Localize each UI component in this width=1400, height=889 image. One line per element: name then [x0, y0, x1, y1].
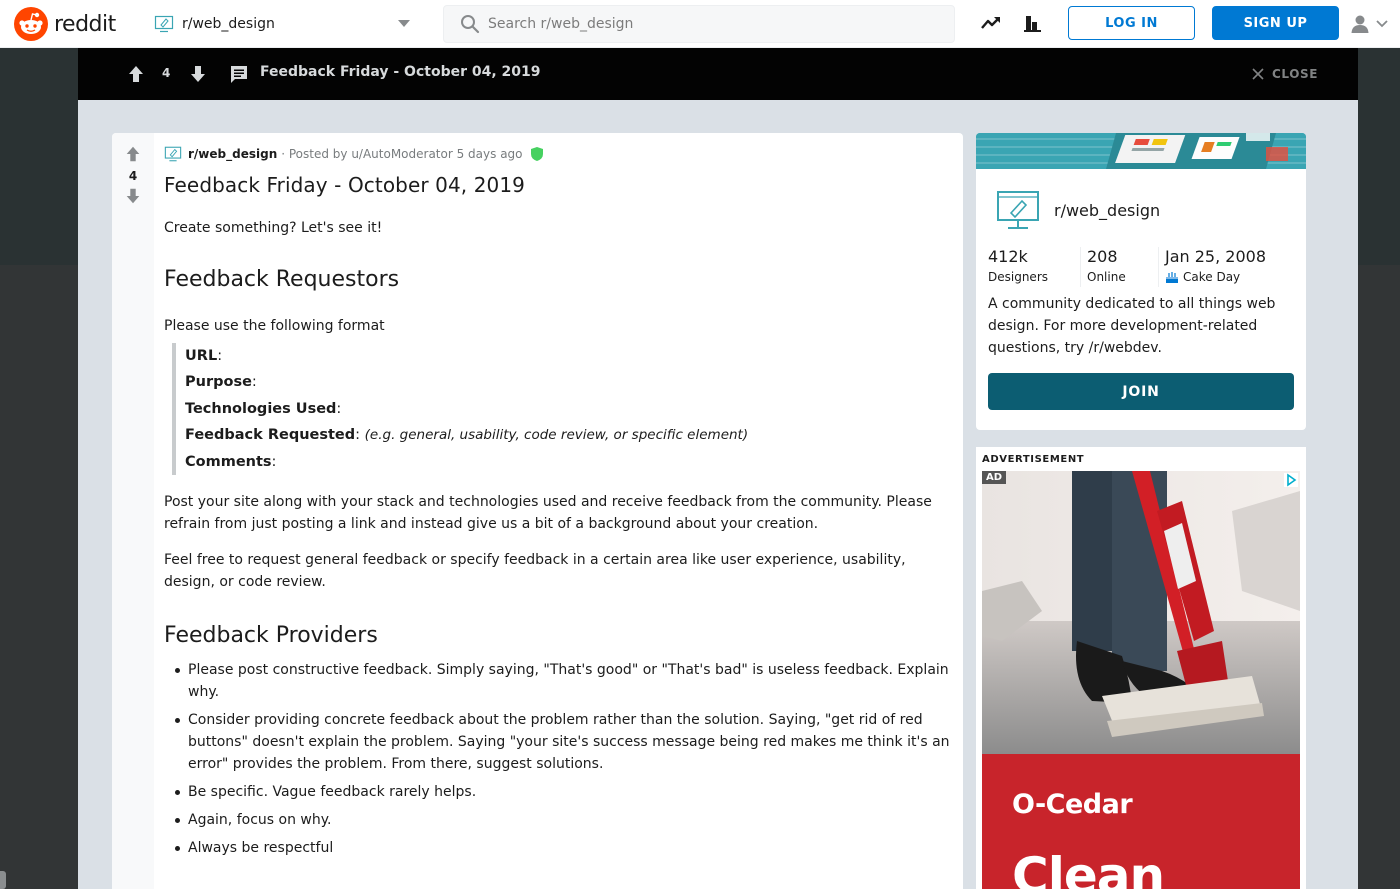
- list-item: Consider providing concrete feedback abo…: [174, 709, 954, 775]
- search-icon: [461, 15, 480, 34]
- close-label: CLOSE: [1272, 67, 1319, 81]
- advertisement-card: ADVERTISEMENT AD O-Cedar Clean: [976, 447, 1306, 889]
- stat-value: 208: [1087, 247, 1118, 266]
- downvote-arrow-icon[interactable]: [188, 64, 208, 84]
- stat-value: Jan 25, 2008: [1165, 247, 1266, 266]
- subreddit-link[interactable]: r/web_design: [188, 147, 277, 161]
- stat-cake-day: Jan 25, 2008 Cake Day: [1158, 247, 1294, 287]
- stat-online: 208 Online: [1080, 247, 1158, 287]
- comment-icon: [231, 66, 247, 83]
- sign-up-button[interactable]: SIGN UP: [1212, 6, 1339, 40]
- community-stats: 412k Designers 208 Online Jan 25, 2008 C…: [988, 247, 1294, 287]
- stats-icon[interactable]: [1022, 12, 1044, 34]
- section-heading: Feedback Providers: [164, 622, 378, 648]
- stat-value: 412k: [988, 247, 1028, 266]
- vote-count: 4: [128, 169, 138, 183]
- chevron-down-icon: [398, 20, 410, 27]
- reddit-home-link[interactable]: reddit: [14, 6, 116, 42]
- community-description: A community dedicated to all things web …: [988, 296, 1276, 356]
- subreddit-dropdown-label: r/web_design: [182, 16, 275, 32]
- search-bar[interactable]: [443, 5, 955, 43]
- list-item: Please post constructive feedback. Simpl…: [174, 659, 954, 703]
- upvote-arrow-icon[interactable]: [126, 64, 146, 84]
- format-intro: Please use the following format: [164, 318, 385, 334]
- user-icon: [1351, 15, 1369, 33]
- community-banner: [976, 133, 1306, 169]
- stat-members: 412k Designers: [988, 247, 1080, 287]
- section-heading: Feedback Requestors: [164, 267, 400, 292]
- format-blockquote: URL: Purpose: Technologies Used: Feedbac…: [172, 343, 954, 475]
- chevron-down-icon: [1376, 20, 1388, 28]
- post-intro: Create something? Let's see it!: [164, 220, 383, 236]
- post-bar-title: Feedback Friday - October 04, 2019: [260, 64, 541, 80]
- community-header: r/web_design: [996, 188, 1160, 232]
- upvote-arrow-icon[interactable]: [124, 145, 142, 163]
- close-button[interactable]: CLOSE: [1252, 63, 1318, 85]
- reddit-logo-icon: [14, 7, 48, 41]
- search-input[interactable]: [488, 16, 928, 32]
- banner-illustration: [976, 133, 1306, 169]
- join-button[interactable]: JOIN: [988, 373, 1294, 410]
- post-top-bar: 4 Feedback Friday - October 04, 2019 CLO…: [78, 48, 1358, 100]
- format-field: Purpose:: [172, 369, 954, 396]
- trending-icon[interactable]: [980, 12, 1002, 34]
- list-item: Be specific. Vague feedback rarely helps…: [174, 781, 954, 803]
- list-item: Again, focus on why.: [174, 809, 954, 831]
- reddit-wordmark: reddit: [54, 11, 116, 37]
- community-name[interactable]: r/web_design: [1054, 201, 1160, 220]
- about-community-card: r/web_design 412k Designers 208 Online J…: [976, 133, 1306, 430]
- body-paragraph: Feel free to request general feedback or…: [164, 551, 906, 590]
- provider-rules-list: Please post constructive feedback. Simpl…: [174, 659, 954, 859]
- ad-choices-icon[interactable]: [1284, 473, 1298, 487]
- top-header: reddit r/web_design LOG IN SIGN UP: [0, 0, 1400, 48]
- stat-label: Designers: [988, 270, 1048, 284]
- ad-badge: AD: [982, 471, 1007, 484]
- subreddit-dropdown[interactable]: r/web_design: [150, 8, 418, 40]
- web-design-icon[interactable]: [164, 145, 182, 163]
- ad-brand-logo: O-Cedar: [1012, 789, 1133, 820]
- ad-headline: Clean: [1012, 847, 1165, 889]
- log-in-button[interactable]: LOG IN: [1068, 6, 1195, 40]
- ad-creative[interactable]: AD O-Cedar Clean: [982, 471, 1300, 889]
- advertisement-label: ADVERTISEMENT: [982, 454, 1085, 465]
- list-item: Always be respectful: [174, 837, 954, 859]
- ad-image-vacuum: [982, 471, 1300, 889]
- cake-icon: [1166, 271, 1178, 283]
- format-field: Comments:: [172, 448, 954, 475]
- stat-label: Online: [1087, 270, 1126, 284]
- format-field: Feedback Requested: (e.g. general, usabi…: [172, 422, 954, 449]
- web-design-icon: [154, 15, 174, 33]
- body-paragraph: Post your site along with your stack and…: [164, 493, 932, 532]
- posted-by-text: · Posted by u/AutoModerator 5 days ago: [281, 147, 523, 161]
- vote-column: 4: [112, 133, 154, 889]
- stat-label-wrap: Cake Day: [1165, 267, 1286, 287]
- post-score: 4: [162, 66, 171, 80]
- post-title[interactable]: Feedback Friday - October 04, 2019: [164, 173, 525, 197]
- post-card: 4 r/web_design · Posted by u/AutoModerat…: [112, 133, 963, 889]
- web-design-icon: [997, 191, 1039, 229]
- format-field: Technologies Used:: [172, 395, 954, 423]
- scrollbar-thumb[interactable]: [0, 871, 6, 889]
- user-menu[interactable]: [1350, 12, 1396, 36]
- downvote-arrow-icon[interactable]: [124, 187, 142, 205]
- post-body: Create something? Let's see it! Feedback…: [164, 217, 954, 865]
- moderator-shield-icon: [530, 147, 543, 161]
- stat-label: Cake Day: [1183, 270, 1241, 284]
- close-icon: [1252, 68, 1264, 80]
- post-meta: r/web_design · Posted by u/AutoModerator…: [164, 145, 543, 163]
- format-field: URL:: [172, 343, 954, 370]
